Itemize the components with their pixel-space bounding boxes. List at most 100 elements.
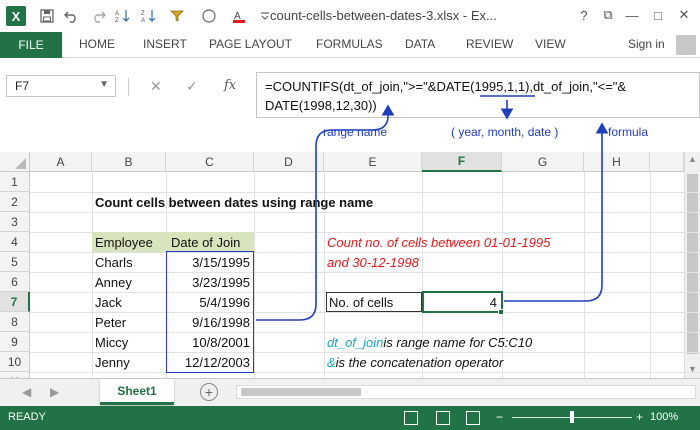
concat-symbol: & bbox=[327, 354, 336, 370]
concat-note[interactable]: & is the concatenation operator bbox=[327, 352, 503, 372]
employee-name-cell[interactable]: Anney bbox=[95, 272, 132, 292]
formula-line-1: =COUNTIFS(dt_of_join,">="&DATE(1995,1,1)… bbox=[265, 79, 627, 94]
employee-header[interactable]: Employee bbox=[92, 232, 166, 252]
note-line-2[interactable]: and 30-12-1998 bbox=[327, 252, 419, 272]
save-icon[interactable] bbox=[38, 7, 56, 25]
row-header-6[interactable]: 6 bbox=[0, 272, 30, 292]
scroll-up-icon[interactable]: ▲ bbox=[688, 154, 697, 164]
column-header-c[interactable]: C bbox=[166, 152, 254, 172]
annotation-date-args: ( year, month, date ) bbox=[451, 125, 559, 139]
employee-name-cell[interactable]: Charls bbox=[95, 252, 133, 272]
employee-name-cell[interactable]: Peter bbox=[95, 312, 126, 332]
tab-insert[interactable]: INSERT bbox=[143, 37, 187, 51]
scrollbar-thumb[interactable] bbox=[241, 388, 361, 396]
employee-name-cell[interactable]: Miccy bbox=[95, 332, 128, 352]
redo-icon[interactable] bbox=[90, 7, 108, 25]
normal-view-icon[interactable] bbox=[404, 411, 418, 425]
row-header-4[interactable]: 4 bbox=[0, 232, 30, 252]
row-header-7[interactable]: 7 bbox=[0, 292, 30, 312]
tab-data[interactable]: DATA bbox=[405, 37, 435, 51]
vertical-scrollbar[interactable]: ▲ ▼ bbox=[684, 152, 700, 378]
select-all-button[interactable] bbox=[0, 152, 30, 172]
chevron-down-icon[interactable]: ▼ bbox=[99, 79, 109, 90]
column-header-b[interactable]: B bbox=[92, 152, 166, 172]
column-header-d[interactable]: D bbox=[254, 152, 324, 172]
circle-icon[interactable] bbox=[200, 7, 218, 25]
title-bar: X AZ ZA A count-cells-between-dates-3.xl… bbox=[0, 0, 700, 32]
status-bar: READY − + 100% bbox=[0, 406, 700, 430]
add-sheet-button[interactable]: + bbox=[200, 383, 218, 401]
annotation-formula: formula bbox=[608, 125, 649, 139]
sort-ascending-icon[interactable]: AZ bbox=[114, 7, 132, 25]
sheet-next-icon[interactable]: ▶ bbox=[50, 385, 59, 399]
row-header-8[interactable]: 8 bbox=[0, 312, 30, 332]
tab-formulas[interactable]: FORMULAS bbox=[316, 37, 383, 51]
close-button[interactable]: ✕ bbox=[674, 5, 694, 25]
tab-view[interactable]: VIEW bbox=[535, 37, 566, 51]
status-text: READY bbox=[8, 411, 46, 423]
zoom-level[interactable]: 100% bbox=[650, 411, 678, 423]
column-header-h[interactable]: H bbox=[584, 152, 650, 172]
concat-note-text: is the concatenation operator bbox=[335, 354, 504, 370]
result-label-cell[interactable]: No. of cells bbox=[326, 292, 422, 312]
help-button[interactable]: ? bbox=[574, 5, 594, 25]
window-title: count-cells-between-dates-3.xlsx - Ex... bbox=[270, 8, 497, 23]
worksheet-grid[interactable]: A B C D E F G H ▲ ▼ 1 2 3 4 5 6 7 8 9 10… bbox=[0, 152, 700, 378]
font-color-icon[interactable]: A bbox=[230, 7, 248, 25]
gridline bbox=[650, 172, 651, 378]
row-header-10[interactable]: 10 bbox=[0, 352, 30, 372]
row-header-1[interactable]: 1 bbox=[0, 172, 30, 192]
scrollbar-thumb[interactable] bbox=[687, 174, 698, 354]
enter-button[interactable]: ✓ bbox=[186, 78, 198, 95]
ribbon-display-button[interactable]: ⧉ bbox=[598, 5, 618, 25]
gridline bbox=[584, 172, 585, 378]
svg-text:Z: Z bbox=[141, 11, 145, 17]
filter-icon[interactable] bbox=[168, 7, 186, 25]
sheet-prev-icon[interactable]: ◀ bbox=[22, 385, 31, 399]
name-box[interactable]: F7 ▼ bbox=[6, 75, 116, 97]
sign-in-link[interactable]: Sign in bbox=[628, 37, 665, 51]
range-note-text: is range name for C5:C10 bbox=[383, 334, 533, 350]
insert-function-button[interactable]: fx bbox=[224, 78, 236, 93]
name-box-value: F7 bbox=[15, 79, 30, 93]
tab-file[interactable]: FILE bbox=[0, 32, 62, 58]
gridline bbox=[30, 212, 700, 213]
column-header-e[interactable]: E bbox=[324, 152, 422, 172]
tab-home[interactable]: HOME bbox=[79, 37, 115, 51]
cancel-button[interactable]: ✕ bbox=[150, 78, 162, 95]
result-value-cell[interactable]: 4 bbox=[422, 291, 503, 313]
page-break-view-icon[interactable] bbox=[466, 411, 480, 425]
maximize-button[interactable]: □ bbox=[648, 5, 668, 25]
row-header-9[interactable]: 9 bbox=[0, 332, 30, 352]
column-header-f[interactable]: F bbox=[422, 152, 502, 172]
sort-descending-icon[interactable]: ZA bbox=[140, 7, 158, 25]
row-header-2[interactable]: 2 bbox=[0, 192, 30, 212]
range-note[interactable]: dt_of_join is range name for C5:C10 bbox=[327, 332, 532, 352]
employee-name-cell[interactable]: Jack bbox=[95, 292, 122, 312]
zoom-slider-thumb[interactable] bbox=[570, 411, 574, 423]
column-header-i[interactable] bbox=[650, 152, 684, 172]
annotation-range-name: range name bbox=[323, 125, 388, 139]
zoom-out-button[interactable]: − bbox=[496, 410, 503, 424]
page-layout-view-icon[interactable] bbox=[436, 411, 450, 425]
zoom-in-button[interactable]: + bbox=[636, 410, 643, 424]
date-of-join-header[interactable]: Date of Join bbox=[166, 232, 254, 252]
svg-text:A: A bbox=[141, 18, 145, 23]
undo-icon[interactable] bbox=[62, 7, 80, 25]
row-header-3[interactable]: 3 bbox=[0, 212, 30, 232]
formula-input[interactable]: =COUNTIFS(dt_of_join,">="&DATE(1995,1,1)… bbox=[256, 72, 700, 118]
employee-name-cell[interactable]: Jenny bbox=[95, 352, 130, 372]
row-header-5[interactable]: 5 bbox=[0, 252, 30, 272]
horizontal-scrollbar[interactable] bbox=[236, 385, 696, 399]
column-header-g[interactable]: G bbox=[502, 152, 584, 172]
svg-text:Z: Z bbox=[115, 18, 119, 23]
tab-page-layout[interactable]: PAGE LAYOUT bbox=[209, 37, 292, 51]
sheet-heading[interactable]: Count cells between dates using range na… bbox=[95, 192, 373, 212]
avatar[interactable] bbox=[676, 35, 696, 55]
column-header-a[interactable]: A bbox=[30, 152, 92, 172]
sheet-tab-sheet1[interactable]: Sheet1 bbox=[100, 379, 174, 405]
tab-review[interactable]: REVIEW bbox=[466, 37, 513, 51]
note-line-1[interactable]: Count no. of cells between 01-01-1995 bbox=[327, 232, 550, 252]
fill-handle[interactable] bbox=[498, 309, 504, 315]
minimize-button[interactable]: — bbox=[622, 5, 642, 25]
